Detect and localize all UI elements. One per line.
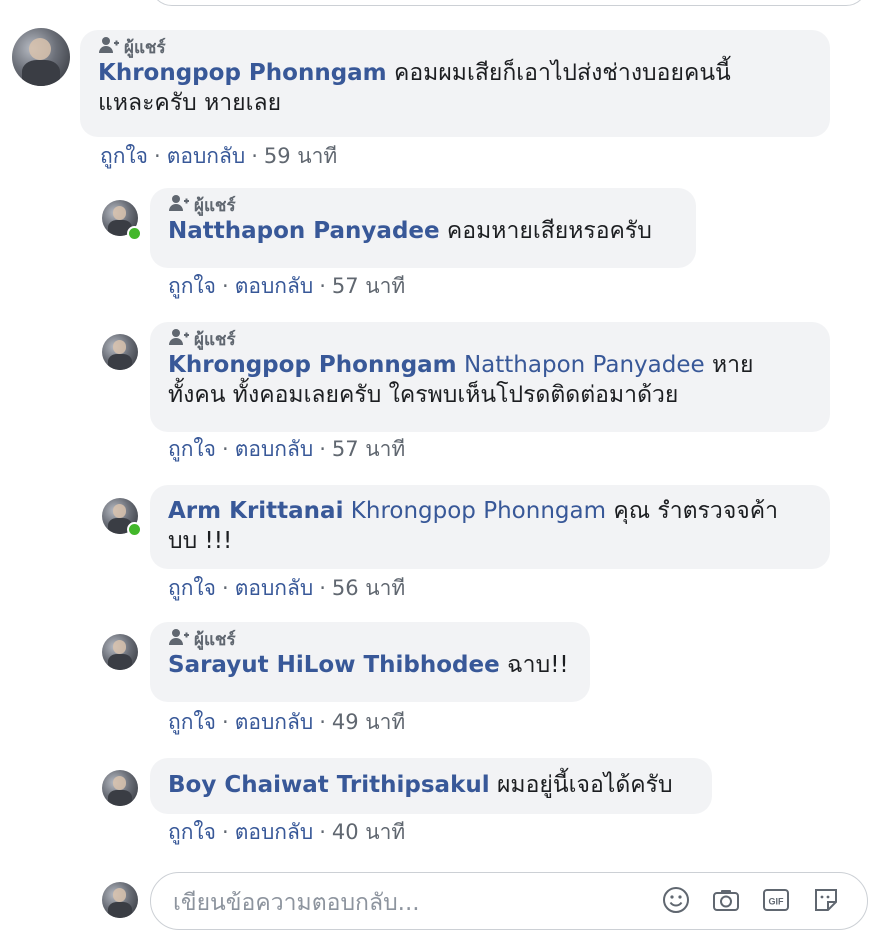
shared-user-icon [168,194,190,217]
shared-user-icon [168,628,190,651]
previous-input-box [150,0,868,6]
like-button[interactable]: ถูกใจ [168,710,216,734]
shared-label: ผู้แชร์ [124,37,166,58]
timestamp[interactable]: 40 นาที [332,820,405,844]
current-user-avatar [102,882,138,918]
online-status-icon [127,522,142,537]
comment-text-line2: บบ !!! [168,528,233,554]
comment-text: คอมหายเสียหรอครับ [446,218,652,244]
shared-badge: ผู้แชร์ [168,628,572,650]
reply-button[interactable]: ตอบกลับ [235,437,314,461]
avatar[interactable] [102,770,138,806]
reply-button[interactable]: ตอบกลับ [235,710,314,734]
reply-button[interactable]: ตอบกลับ [235,576,314,600]
comment-bubble: ผู้แชร์ Khrongpop Phonngam Natthapon Pan… [150,322,830,432]
gif-icon[interactable]: GIF [761,885,791,915]
comment-bubble: Arm Krittanai Khrongpop Phonngam คุณ รำต… [150,485,830,569]
comment-bubble: ผู้แชร์ Khrongpop Phonngam คอมผมเสียก็เอ… [80,30,830,137]
reply-input[interactable]: เขียนข้อความตอบกลับ... GIF [150,872,868,930]
comment-text: หาย [711,352,754,378]
comment-actions: ถูกใจ · ตอบกลับ · 56 นาที [168,576,406,600]
shared-label: ผู้แชร์ [194,329,236,350]
shared-user-icon [98,36,120,59]
camera-icon[interactable] [711,885,741,915]
comment-bubble: Boy Chaiwat Trithipsakul ผมอยู่นี้เจอได้… [150,758,712,814]
reply-button[interactable]: ตอบกลับ [235,274,314,298]
timestamp[interactable]: 59 นาที [264,144,337,168]
reply-button[interactable]: ตอบกลับ [235,820,314,844]
comment-text: คอมผมเสียก็เอาไปส่งช่างบอยคนนี้ [393,60,731,86]
avatar[interactable] [102,334,138,370]
timestamp[interactable]: 57 นาที [332,437,405,461]
comment-actions: ถูกใจ · ตอบกลับ · 59 นาที [100,144,338,168]
mention-link[interactable]: Natthapon Panyadee [464,352,705,378]
sticker-icon[interactable] [811,885,841,915]
timestamp[interactable]: 56 นาที [332,576,405,600]
timestamp[interactable]: 57 นาที [332,274,405,298]
comment-actions: ถูกใจ · ตอบกลับ · 49 นาที [168,710,406,734]
comment-author[interactable]: Sarayut HiLow Thibhodee [168,652,500,678]
comment-actions: ถูกใจ · ตอบกลับ · 57 นาที [168,274,406,298]
online-status-icon [127,226,142,241]
emoji-icon[interactable] [661,885,691,915]
comment-bubble: ผู้แชร์ Sarayut HiLow Thibhodee ฉาบ!! [150,622,590,702]
comment-text: ฉาบ!! [507,652,569,678]
comment-author[interactable]: Natthapon Panyadee [168,218,440,244]
comment-author[interactable]: Arm Krittanai [168,498,343,524]
comment-text: ผมอยู่นี้เจอได้ครับ [496,772,673,798]
comment-bubble: ผู้แชร์ Natthapon Panyadee คอมหายเสียหรอ… [150,188,696,268]
timestamp[interactable]: 49 นาที [332,710,405,734]
mention-link[interactable]: Khrongpop Phonngam [351,498,606,524]
comment-actions: ถูกใจ · ตอบกลับ · 40 นาที [168,820,406,844]
comment-text-line2: แหละครับ หายเลย [98,90,282,116]
comment-actions: ถูกใจ · ตอบกลับ · 57 นาที [168,437,406,461]
comment-author[interactable]: Khrongpop Phonngam [98,60,387,86]
like-button[interactable]: ถูกใจ [168,274,216,298]
like-button[interactable]: ถูกใจ [100,144,148,168]
comment-text-line2: ทั้งคน ทั้งคอมเลยครับ ใครพบเห็นโปรดติดต่… [168,382,679,408]
comment-author[interactable]: Boy Chaiwat Trithipsakul [168,772,490,798]
comment-author[interactable]: Khrongpop Phonngam [168,352,457,378]
shared-label: ผู้แชร์ [194,195,236,216]
avatar[interactable] [12,28,70,86]
shared-badge: ผู้แชร์ [168,328,812,350]
avatar[interactable] [102,634,138,670]
svg-text:GIF: GIF [769,897,785,907]
like-button[interactable]: ถูกใจ [168,437,216,461]
shared-user-icon [168,328,190,351]
like-button[interactable]: ถูกใจ [168,576,216,600]
shared-label: ผู้แชร์ [194,629,236,650]
shared-badge: ผู้แชร์ [98,36,812,58]
reply-button[interactable]: ตอบกลับ [167,144,246,168]
comment-text: คุณ รำตรวจจค้า [613,498,779,524]
like-button[interactable]: ถูกใจ [168,820,216,844]
shared-badge: ผู้แชร์ [168,194,678,216]
